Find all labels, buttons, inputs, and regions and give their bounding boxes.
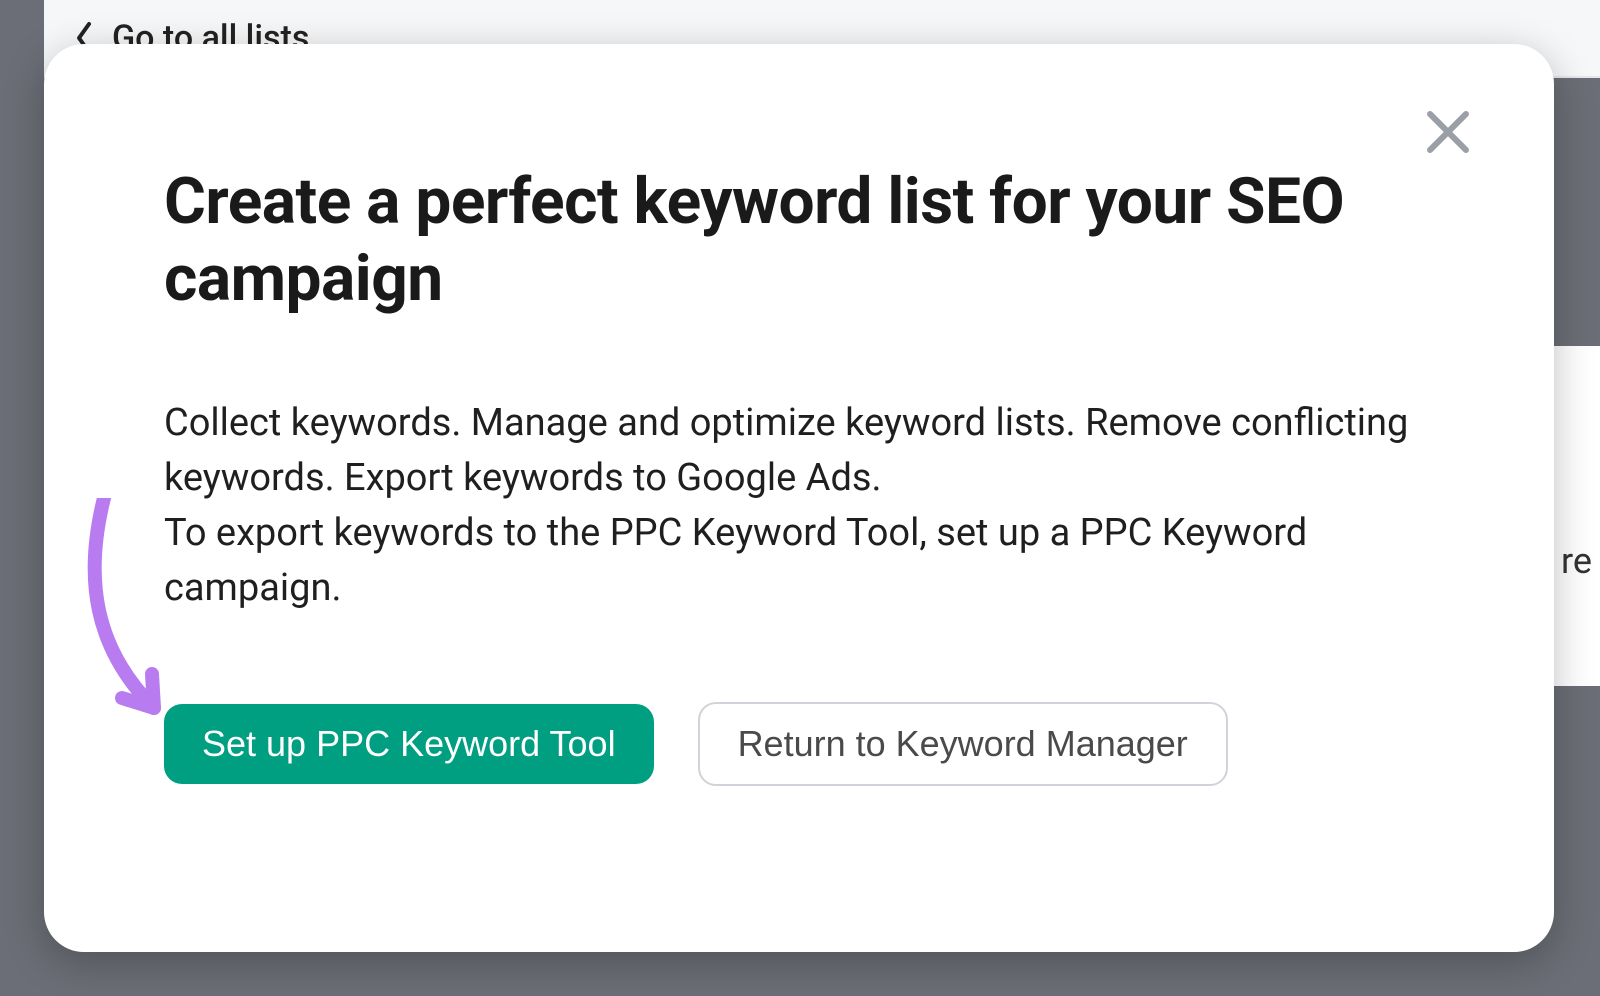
export-modal: Create a perfect keyword list for your S…	[44, 44, 1554, 952]
modal-title: Create a perfect keyword list for your S…	[164, 164, 1354, 318]
setup-ppc-keyword-tool-button[interactable]: Set up PPC Keyword Tool	[164, 704, 654, 784]
modal-paragraph-1: Collect keywords. Manage and optimize ke…	[164, 396, 1434, 506]
close-icon	[1420, 104, 1476, 160]
background-right-fragment: re	[1561, 540, 1592, 582]
modal-paragraph-2: To export keywords to the PPC Keyword To…	[164, 506, 1434, 616]
return-to-keyword-manager-button[interactable]: Return to Keyword Manager	[698, 702, 1228, 786]
modal-button-row: Set up PPC Keyword Tool Return to Keywor…	[164, 702, 1434, 786]
modal-body: Collect keywords. Manage and optimize ke…	[164, 396, 1434, 616]
close-button[interactable]	[1420, 104, 1476, 160]
